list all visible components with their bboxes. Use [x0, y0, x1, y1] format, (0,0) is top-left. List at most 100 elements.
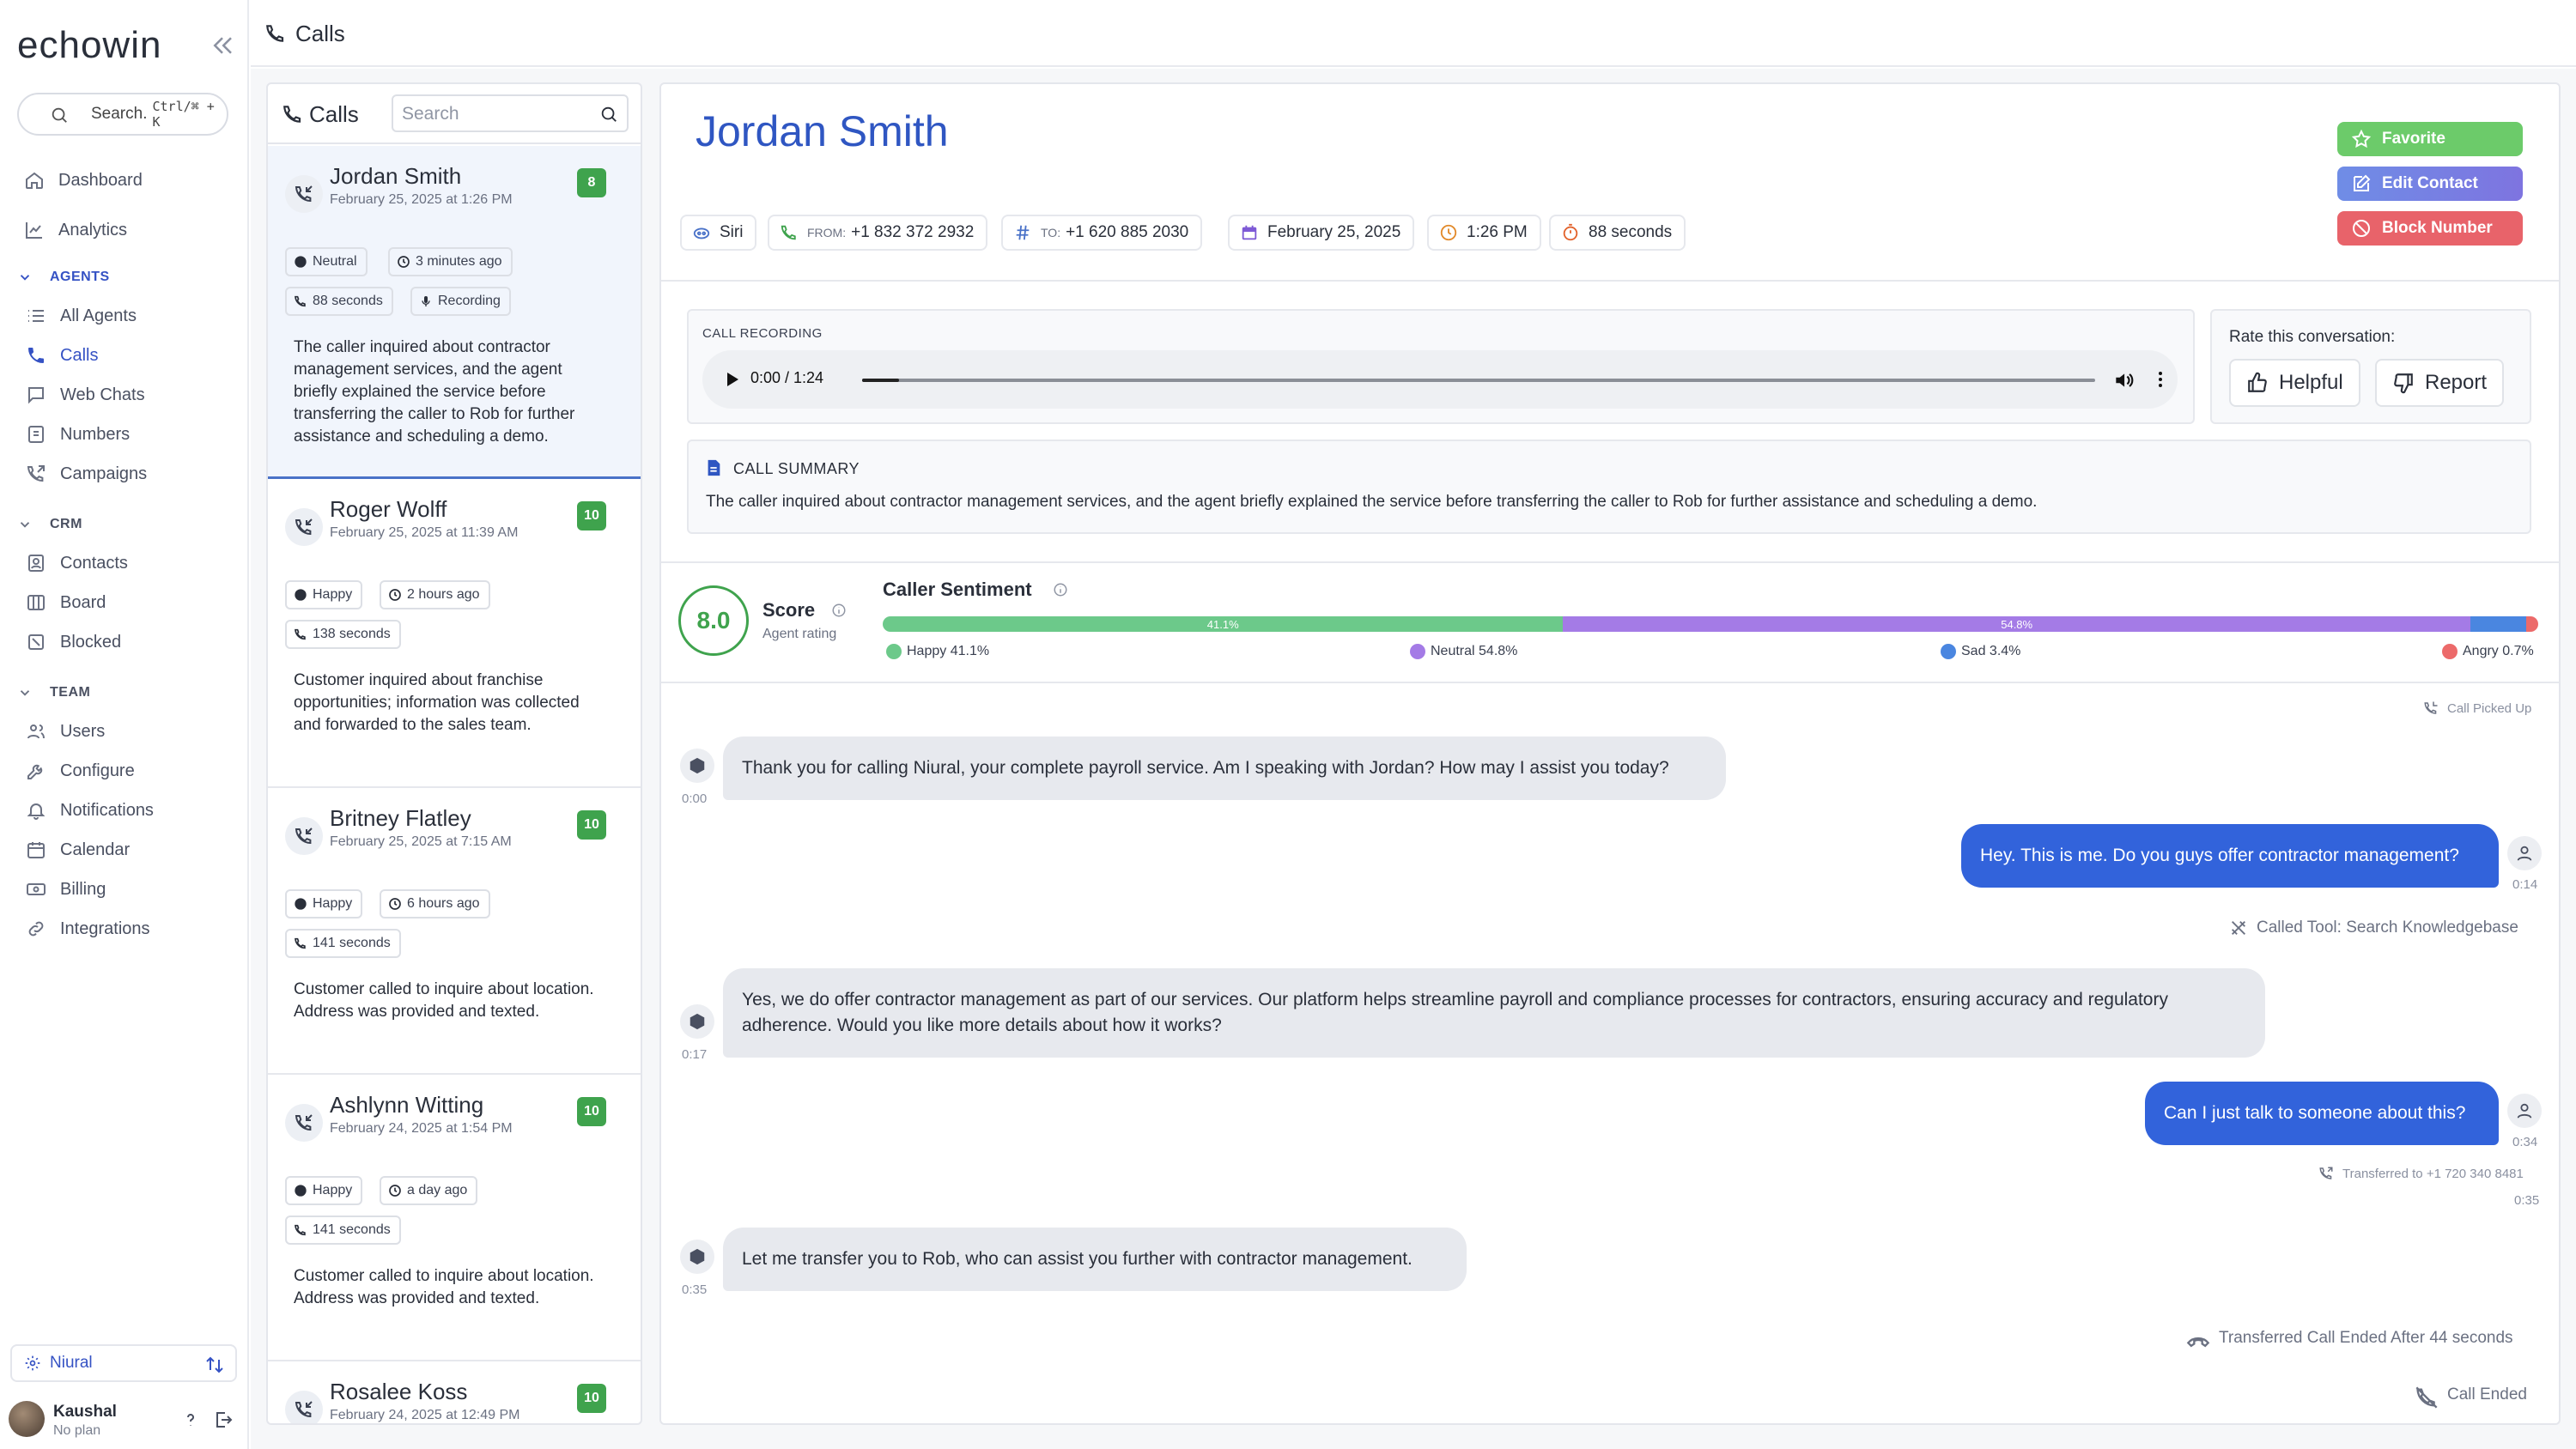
call-card-summary: Customer inquired about franchise opport…	[294, 671, 580, 734]
button-label: Helpful	[2279, 371, 2343, 394]
user-avatar-icon	[2507, 836, 2542, 870]
bot-avatar-icon	[680, 749, 714, 783]
sidebar-item-label: Configure	[60, 761, 135, 780]
echowin-logo[interactable]: echowin	[17, 24, 161, 67]
neutral-face-icon	[1410, 644, 1425, 659]
message-timestamp: 0:34	[2512, 1135, 2538, 1149]
button-label: Favorite	[2382, 130, 2445, 148]
report-button[interactable]: Report	[2375, 359, 2505, 407]
time-chip: 1:26 PM	[1427, 215, 1541, 251]
call-duration: 88 seconds	[1589, 223, 1673, 241]
call-card[interactable]: Jordan Smith February 25, 2025 at 1:26 P…	[268, 146, 641, 479]
clock-icon	[388, 1184, 402, 1197]
logout-icon[interactable]	[213, 1410, 234, 1430]
sidebar-item-board[interactable]: Board	[26, 585, 106, 620]
caller-message: Can I just talk to someone about this?	[2145, 1082, 2499, 1145]
search-placeholder: Search	[402, 104, 459, 124]
call-card-summary: Customer called to inquire about locatio…	[294, 980, 594, 1021]
time-ago-tag: 6 hours ago	[380, 889, 490, 919]
block-number-button[interactable]: Block Number	[2337, 211, 2523, 246]
call-card[interactable]: Rosalee Koss February 24, 2025 at 12:49 …	[268, 1361, 641, 1423]
call-detail-panel: Jordan Smith Favorite Edit Contact Block…	[659, 82, 2561, 1425]
play-icon[interactable]	[721, 369, 742, 390]
audio-player[interactable]: 0:00 / 1:24	[702, 350, 2178, 409]
sidebar-item-analytics[interactable]: Analytics	[24, 213, 127, 247]
call-score-badge: 10	[577, 810, 606, 840]
sidebar-item-label: Dashboard	[58, 170, 143, 190]
org-switcher[interactable]: Niural	[10, 1344, 237, 1382]
section-agents[interactable]: AGENTS	[17, 264, 110, 290]
sidebar-search-button[interactable]: Search. Ctrl/⌘ + K	[17, 93, 228, 136]
call-recording-section: CALL RECORDING 0:00 / 1:24	[687, 309, 2195, 424]
edit-contact-button[interactable]: Edit Contact	[2337, 167, 2523, 201]
call-search-input[interactable]: Search	[392, 94, 629, 132]
volume-icon[interactable]	[2112, 369, 2135, 391]
phone-incoming-icon	[285, 508, 323, 546]
sidebar-item-calendar[interactable]: Calendar	[26, 833, 130, 867]
tool-call-event: Called Tool: Search Knowledgebase	[2229, 919, 2518, 937]
to-number: +1 620 885 2030	[1066, 223, 1189, 241]
more-vertical-icon[interactable]	[2150, 369, 2171, 390]
section-title: TEAM	[50, 685, 91, 700]
call-card-summary: The caller inquired about contractor man…	[294, 338, 575, 446]
helpful-button[interactable]: Helpful	[2229, 359, 2360, 407]
tools-icon	[2229, 919, 2248, 937]
board-icon	[26, 592, 46, 613]
tag-label: Neutral	[313, 254, 357, 269]
clock-icon	[388, 897, 402, 911]
call-card-date: February 24, 2025 at 1:54 PM	[330, 1121, 513, 1136]
sidebar-item-users[interactable]: Users	[26, 714, 105, 749]
contact-name: Jordan Smith	[696, 107, 949, 155]
sidebar-item-web-chats[interactable]: Web Chats	[26, 378, 145, 412]
double-chevron-left-icon[interactable]	[210, 33, 235, 58]
sentiment-legend-happy: Happy 41.1%	[886, 644, 989, 659]
info-icon[interactable]	[1053, 582, 1068, 597]
sentiment-tag: Happy	[285, 889, 363, 919]
sidebar-item-dashboard[interactable]: Dashboard	[24, 163, 143, 197]
thumbs-up-icon	[2246, 372, 2269, 394]
sidebar-item-all-agents[interactable]: All Agents	[26, 299, 137, 333]
sidebar-item-billing[interactable]: Billing	[26, 872, 106, 906]
sidebar-item-numbers[interactable]: Numbers	[26, 417, 130, 452]
call-card-date: February 24, 2025 at 12:49 PM	[330, 1408, 520, 1422]
duration-tag: 138 seconds	[285, 620, 401, 649]
call-score-badge: 8	[577, 168, 606, 197]
sidebar-item-configure[interactable]: Configure	[26, 754, 135, 788]
sidebar-item-notifications[interactable]: Notifications	[26, 793, 154, 828]
call-card[interactable]: Britney Flatley February 25, 2025 at 7:1…	[268, 788, 641, 1075]
search-icon[interactable]	[599, 105, 618, 124]
section-crm[interactable]: CRM	[17, 512, 82, 537]
button-label: Block Number	[2382, 219, 2493, 237]
home-icon	[24, 170, 45, 191]
sentiment-tag: Neutral	[285, 247, 368, 276]
from-number-chip: FROM: +1 832 372 2932	[768, 215, 988, 251]
search-shortcut: Ctrl/⌘ + K	[152, 99, 215, 130]
sidebar-item-calls[interactable]: Calls	[26, 338, 98, 373]
sidebar-item-campaigns[interactable]: Campaigns	[26, 457, 147, 491]
agent-message: Thank you for calling Niural, your compl…	[723, 737, 1726, 800]
section-title: AGENTS	[50, 270, 110, 284]
favorite-button[interactable]: Favorite	[2337, 122, 2523, 156]
tag-label: 88 seconds	[313, 294, 383, 308]
info-icon[interactable]	[831, 603, 847, 618]
user-profile[interactable]: Kaushal No plan	[9, 1397, 240, 1440]
call-card[interactable]: Roger Wolff February 25, 2025 at 11:39 A…	[268, 479, 641, 788]
audio-progress-bar[interactable]	[862, 379, 2095, 382]
sidebar-item-integrations[interactable]: Integrations	[26, 912, 150, 946]
legend-label: Happy 41.1%	[907, 644, 990, 658]
audio-time: 0:00 / 1:24	[750, 369, 824, 386]
sidebar-item-label: Billing	[60, 879, 106, 899]
user-plan: No plan	[53, 1423, 101, 1438]
avatar	[9, 1401, 45, 1437]
sidebar-item-label: Analytics	[58, 220, 128, 239]
help-icon[interactable]	[180, 1410, 201, 1430]
tag-label: Happy	[313, 896, 353, 911]
switch-arrows-icon[interactable]	[204, 1355, 225, 1375]
bot-avatar-icon	[680, 1004, 714, 1039]
phone-outgoing-icon	[26, 464, 46, 484]
section-team[interactable]: TEAM	[17, 680, 90, 706]
call-card[interactable]: Ashlynn Witting February 24, 2025 at 1:5…	[268, 1075, 641, 1361]
sidebar-item-blocked[interactable]: Blocked	[26, 625, 121, 659]
sidebar-item-contacts[interactable]: Contacts	[26, 546, 128, 580]
hash-icon	[1013, 223, 1032, 242]
